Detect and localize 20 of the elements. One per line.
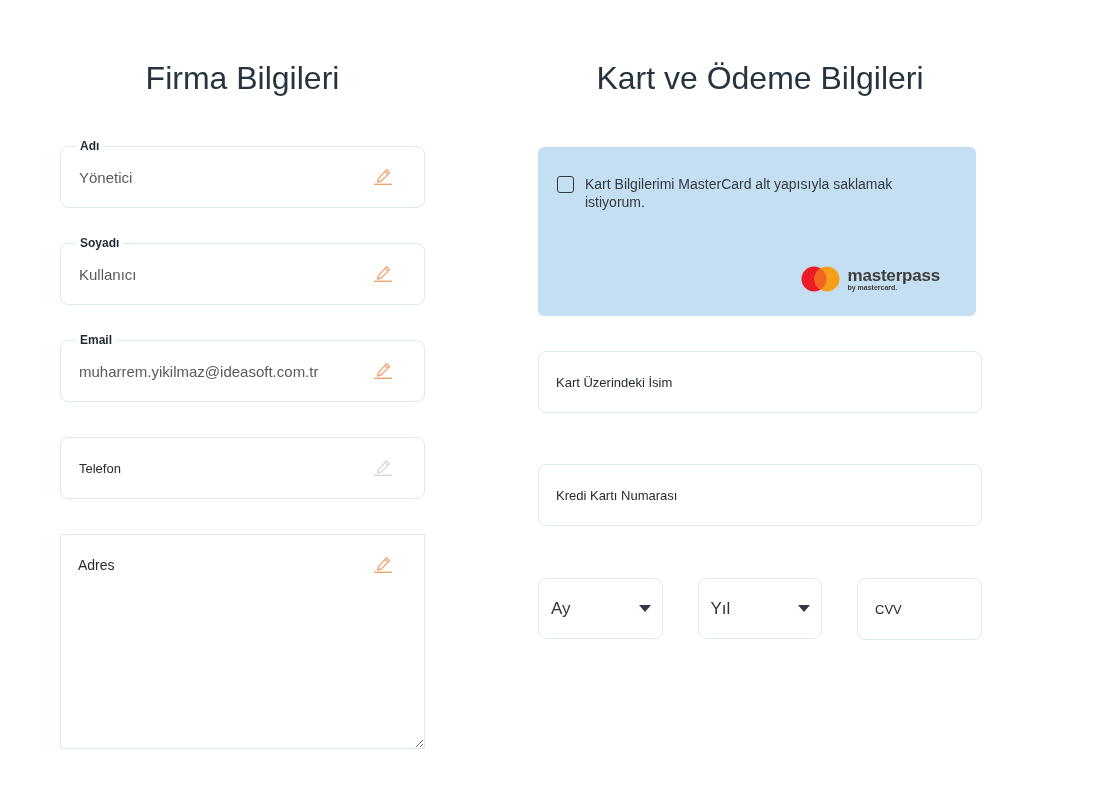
logo-wordmark: masterpass xyxy=(847,266,940,284)
caret-icon xyxy=(798,605,810,612)
section-title: Firma Bilgileri xyxy=(145,59,340,98)
pencil-icon[interactable] xyxy=(374,265,392,282)
checkbox-label: Kart Bilgilerimi MasterCard alt yapısıyla saklamak istiyorum. xyxy=(585,175,894,211)
textarea-field[interactable]: Adres xyxy=(60,534,425,749)
pencil-icon[interactable] xyxy=(374,168,392,185)
section-title: Kart ve Ödeme Bilgileri xyxy=(596,59,924,98)
select-field[interactable]: Yıl xyxy=(697,578,822,639)
field-label: Soyadı xyxy=(76,235,124,251)
input-field[interactable]: Kart Üzerindeki İsim xyxy=(538,351,982,413)
checkbox[interactable] xyxy=(557,176,574,193)
input-field[interactable]: Kredi Kartı Numarası xyxy=(538,464,982,526)
overlapping-circles-icon xyxy=(801,266,841,292)
input-field[interactable]: Telefon xyxy=(60,437,425,499)
select-field[interactable]: Ay xyxy=(538,578,663,639)
pencil-icon[interactable] xyxy=(374,362,392,379)
input-field[interactable]: CVV xyxy=(857,578,982,640)
pencil-icon[interactable] xyxy=(374,556,392,573)
caret-icon xyxy=(638,605,651,612)
